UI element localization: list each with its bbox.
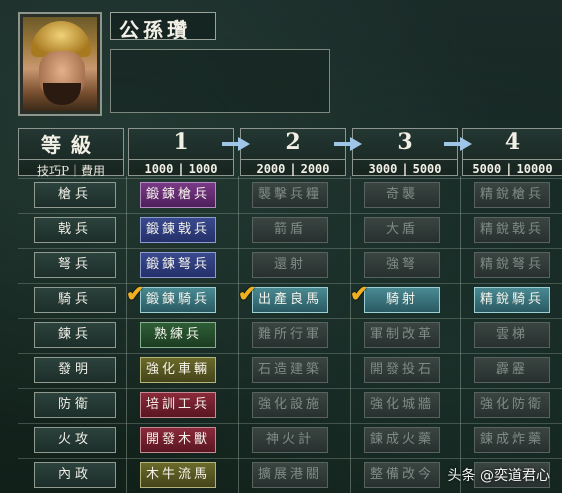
tech-button[interactable]: 霹靂 bbox=[474, 357, 550, 383]
tech-button[interactable]: 鍛鍊騎兵 bbox=[140, 287, 216, 313]
row-divider bbox=[18, 423, 562, 424]
arrow-right-icon bbox=[444, 137, 472, 151]
tech-button[interactable]: 神火計 bbox=[252, 427, 328, 453]
checkmark-icon: ✔ bbox=[238, 281, 257, 307]
tech-button[interactable]: 雲梯 bbox=[474, 322, 550, 348]
cost-separator: | bbox=[505, 162, 513, 176]
level-number: 2 bbox=[285, 129, 301, 155]
tech-button[interactable]: 奇襲 bbox=[364, 182, 440, 208]
row-divider bbox=[18, 318, 562, 319]
arrow-right-icon bbox=[222, 137, 250, 151]
tech-button[interactable]: 強弩 bbox=[364, 252, 440, 278]
tech-button[interactable]: 擴展港關 bbox=[252, 462, 328, 488]
general-portrait-frame bbox=[18, 12, 102, 116]
row-divider bbox=[18, 283, 562, 284]
level-number: 4 bbox=[504, 129, 521, 155]
tech-row: 弩兵 鍛鍊弩兵 還射 強弩 精銳弩兵 bbox=[18, 248, 562, 284]
cost-separator: | bbox=[177, 162, 185, 176]
tech-button[interactable]: 木牛流馬 bbox=[140, 462, 216, 488]
checkmark-icon: ✔ bbox=[126, 281, 145, 307]
tech-row: 騎兵 鍛鍊騎兵 ✔ 出產良馬 ✔ 騎射 ✔ 精銳騎兵 bbox=[18, 283, 562, 319]
row-divider bbox=[18, 458, 562, 459]
arrow-right-icon bbox=[334, 137, 362, 151]
tech-button[interactable]: 熟練兵 bbox=[140, 322, 216, 348]
tech-button[interactable]: 精銳弩兵 bbox=[474, 252, 550, 278]
tech-row: 鍊兵 熟練兵 難所行軍 軍制改革 雲梯 bbox=[18, 318, 562, 354]
level-column-header-4: 4 5000 | 10000 bbox=[462, 128, 562, 176]
general-name: 公孫瓚 bbox=[110, 12, 216, 42]
beard-shape bbox=[43, 83, 81, 105]
tech-button[interactable]: 鍛鍊弩兵 bbox=[140, 252, 216, 278]
row-divider bbox=[18, 178, 562, 179]
tech-row: 防衛 培訓工兵 強化設施 強化城牆 強化防衛 bbox=[18, 388, 562, 424]
level-header: 等級 技巧P｜費用 bbox=[18, 128, 124, 179]
tech-points: 1000 bbox=[144, 162, 174, 176]
row-divider bbox=[18, 388, 562, 389]
category-label: 發明 bbox=[34, 357, 116, 383]
category-label: 弩兵 bbox=[34, 252, 116, 278]
tech-button[interactable]: 精銳槍兵 bbox=[474, 182, 550, 208]
tech-button[interactable]: 出產良馬 bbox=[252, 287, 328, 313]
tech-button[interactable]: 開發投石 bbox=[364, 357, 440, 383]
tech-button[interactable]: 難所行軍 bbox=[252, 322, 328, 348]
description-box bbox=[110, 49, 330, 113]
checkmark-icon: ✔ bbox=[350, 281, 369, 307]
tech-button[interactable]: 大盾 bbox=[364, 217, 440, 243]
tech-row: 火攻 開發木獸 神火計 鍊成火藥 鍊成炸藥 bbox=[18, 423, 562, 459]
category-label: 槍兵 bbox=[34, 182, 116, 208]
level-column-header-1: 1 1000 | 1000 bbox=[128, 128, 234, 176]
tech-button[interactable]: 精銳騎兵 bbox=[474, 287, 550, 313]
tech-button[interactable]: 箭盾 bbox=[252, 217, 328, 243]
general-portrait bbox=[23, 17, 97, 111]
level-label: 等級 bbox=[41, 133, 101, 157]
tech-button[interactable]: 鍊成炸藥 bbox=[474, 427, 550, 453]
level-number: 3 bbox=[397, 129, 413, 155]
tech-button[interactable]: 襲擊兵糧 bbox=[252, 182, 328, 208]
cost-separator: | bbox=[401, 162, 409, 176]
tech-button[interactable]: 鍛鍊戟兵 bbox=[140, 217, 216, 243]
tech-button[interactable]: 強化設施 bbox=[252, 392, 328, 418]
cost-separator: | bbox=[289, 162, 297, 176]
tech-button[interactable]: 鍊成火藥 bbox=[364, 427, 440, 453]
row-divider bbox=[18, 213, 562, 214]
watermark: 头条 @奕道君心 bbox=[447, 468, 550, 484]
category-label: 騎兵 bbox=[34, 287, 116, 313]
tech-button[interactable]: 強化防衛 bbox=[474, 392, 550, 418]
gold-cost: 5000 bbox=[412, 162, 442, 176]
category-label: 防衛 bbox=[34, 392, 116, 418]
tech-points: 5000 bbox=[472, 162, 502, 176]
gold-cost: 10000 bbox=[516, 162, 553, 176]
tech-button[interactable]: 還射 bbox=[252, 252, 328, 278]
row-divider bbox=[18, 248, 562, 249]
tech-points: 3000 bbox=[368, 162, 398, 176]
tech-button[interactable]: 整備改今 bbox=[364, 462, 440, 488]
category-label: 火攻 bbox=[34, 427, 116, 453]
tech-button[interactable]: 軍制改革 bbox=[364, 322, 440, 348]
gold-cost: 2000 bbox=[300, 162, 330, 176]
tech-button[interactable]: 石造建築 bbox=[252, 357, 328, 383]
tech-cost-label: 技巧P｜費用 bbox=[19, 159, 123, 179]
tech-button[interactable]: 開發木獸 bbox=[140, 427, 216, 453]
tech-button[interactable]: 鍛鍊槍兵 bbox=[140, 182, 216, 208]
gold-cost: 1000 bbox=[188, 162, 218, 176]
tech-button[interactable]: 強化城牆 bbox=[364, 392, 440, 418]
tech-points: 2000 bbox=[256, 162, 286, 176]
tech-row: 發明 強化車輛 石造建築 開發投石 霹靂 bbox=[18, 353, 562, 389]
tech-button[interactable]: 騎射 bbox=[364, 287, 440, 313]
row-divider bbox=[18, 353, 562, 354]
level-column-header-3: 3 3000 | 5000 bbox=[352, 128, 458, 176]
tech-row: 槍兵 鍛鍊槍兵 襲擊兵糧 奇襲 精銳槍兵 bbox=[18, 178, 562, 214]
level-column-header-2: 2 2000 | 2000 bbox=[240, 128, 346, 176]
category-label: 鍊兵 bbox=[34, 322, 116, 348]
level-number: 1 bbox=[173, 129, 189, 155]
tech-button[interactable]: 培訓工兵 bbox=[140, 392, 216, 418]
category-label: 內政 bbox=[34, 462, 116, 488]
tech-button[interactable]: 精銳戟兵 bbox=[474, 217, 550, 243]
tech-button[interactable]: 強化車輛 bbox=[140, 357, 216, 383]
tech-row: 戟兵 鍛鍊戟兵 箭盾 大盾 精銳戟兵 bbox=[18, 213, 562, 249]
category-label: 戟兵 bbox=[34, 217, 116, 243]
